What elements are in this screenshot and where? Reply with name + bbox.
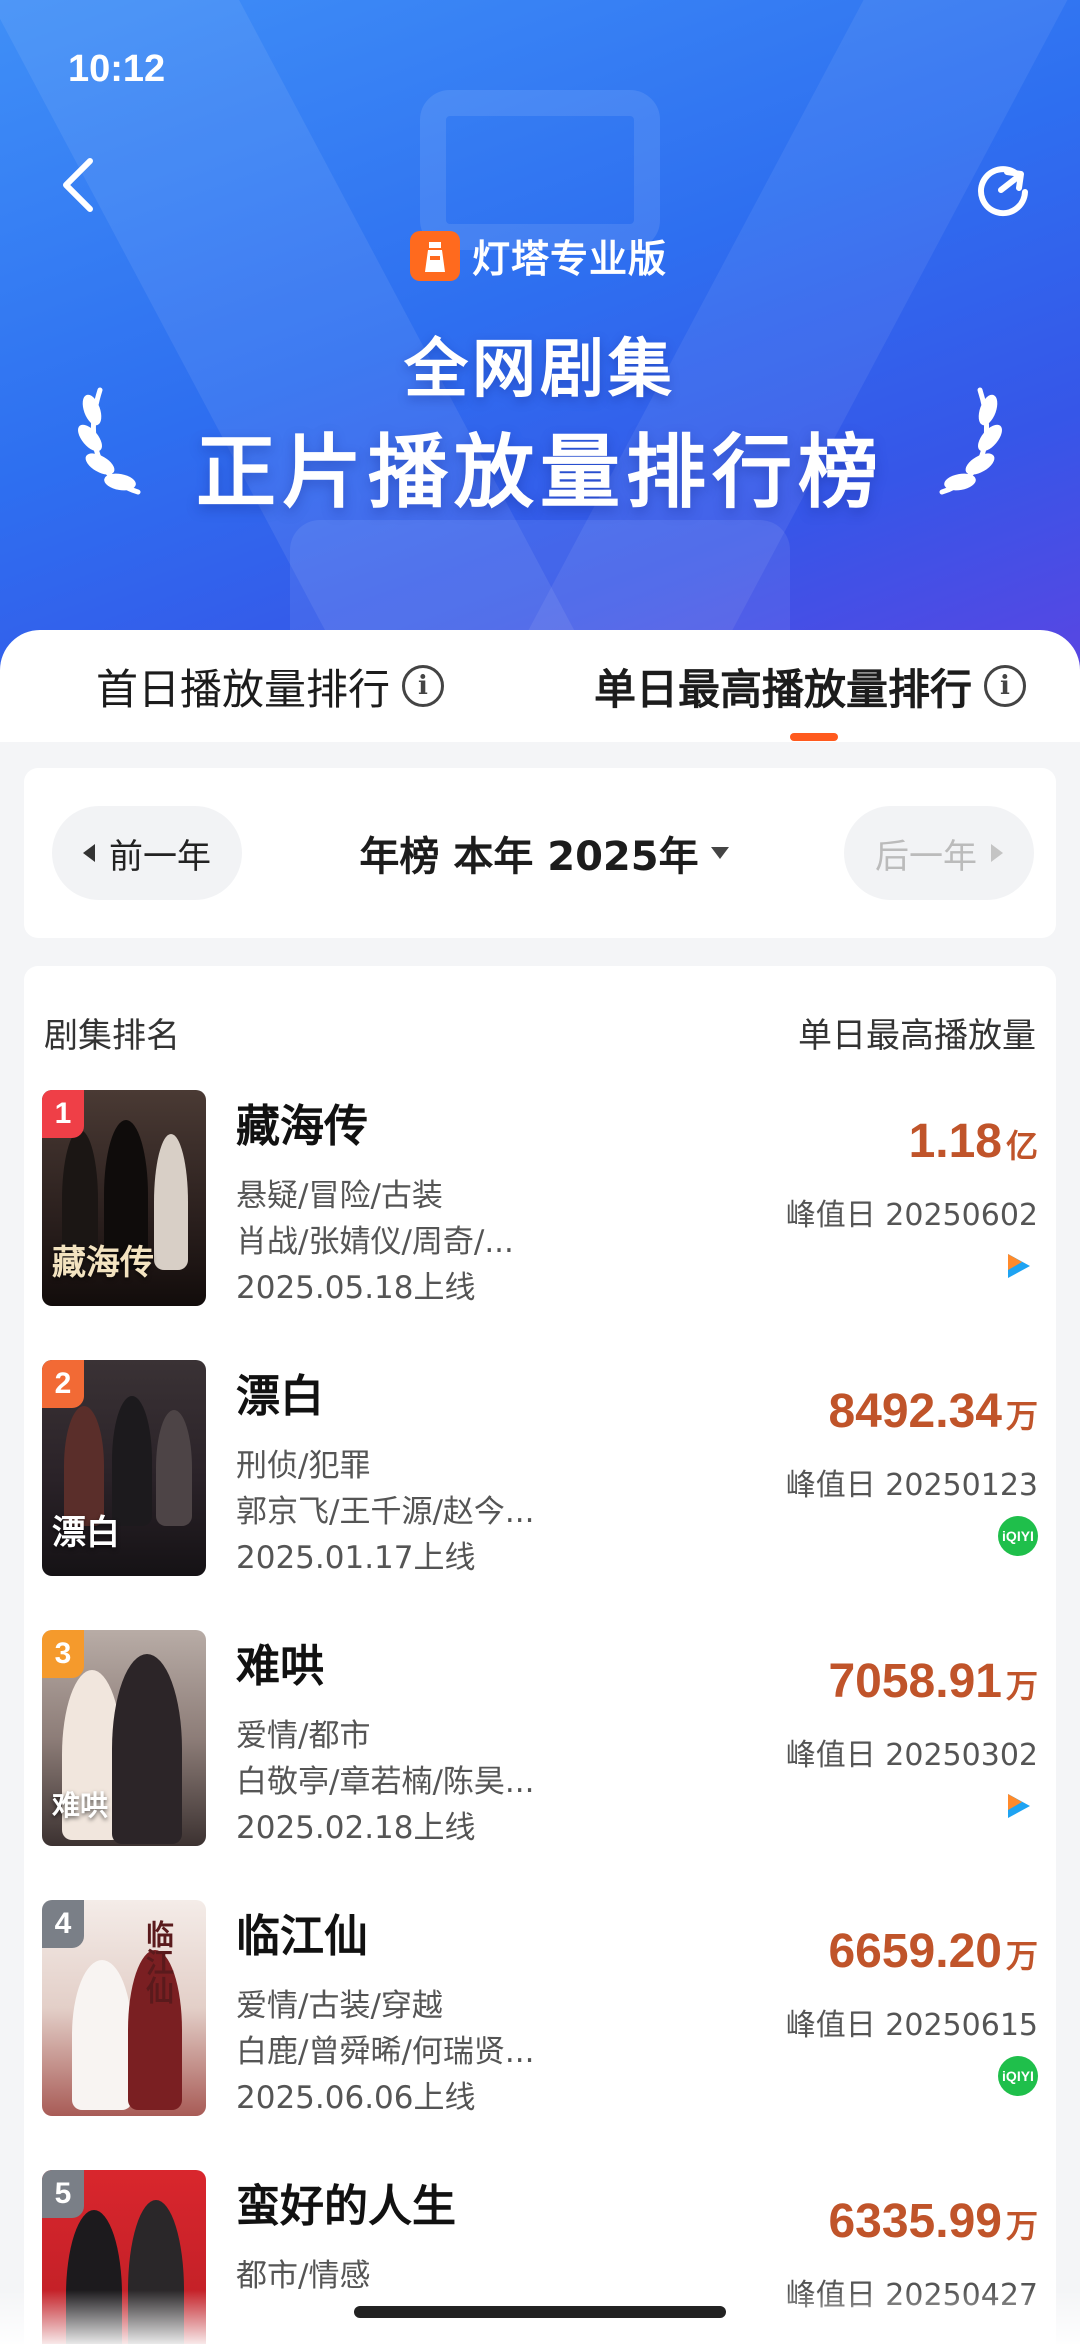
tab-label: 首日播放量排行: [95, 664, 390, 714]
drama-title: 难哄: [236, 1641, 324, 1692]
drama-title: 临江仙: [236, 1911, 368, 1962]
info-icon[interactable]: i: [984, 665, 1026, 707]
year-dropdown[interactable]: 年榜 本年 2025年: [344, 823, 744, 883]
home-indicator[interactable]: [354, 2306, 726, 2318]
drama-genres: 爱情/都市: [236, 1718, 371, 1754]
caret-down-icon: [710, 847, 729, 859]
play-count-unit: 万: [1005, 1667, 1038, 1705]
play-count-number: 7058.91: [828, 1655, 1002, 1708]
active-tab-indicator: [790, 733, 838, 741]
triangle-left-icon: [83, 844, 95, 862]
drama-genres: 爱情/古装/穿越: [236, 1988, 443, 2024]
column-header-value: 单日最高播放量: [798, 1016, 1036, 1056]
play-count-number: 6335.99: [828, 2195, 1002, 2248]
play-count: 1.18 亿: [909, 1114, 1038, 1169]
peak-date: 峰值日 20250302: [785, 1738, 1038, 1773]
rank-badge: 5: [42, 2170, 84, 2218]
poster-image: 临江仙 4: [42, 1900, 206, 2116]
peak-date: 峰值日 20250123: [785, 1468, 1038, 1503]
poster-title: 藏海传: [52, 1243, 154, 1283]
play-count-unit: 万: [1005, 1397, 1038, 1435]
list-header: 剧集排名 单日最高播放量: [44, 1008, 1036, 1057]
year-selector: 前一年 年榜 本年 2025年 后一年: [24, 768, 1056, 938]
rank-badge: 2: [42, 1360, 84, 1408]
list-item[interactable]: 藏海传 1 藏海传 悬疑/冒险/古装 肖战/张婧仪/周奇/... 2025.05…: [24, 1090, 1056, 1330]
rank-badge: 3: [42, 1630, 84, 1678]
poster-title: 临江仙: [142, 1920, 175, 2004]
poster-title: 漂白: [52, 1513, 120, 1553]
list-item[interactable]: 临江仙 4 临江仙 爱情/古装/穿越 白鹿/曾舜晞/何瑞贤... 2025.06…: [24, 1900, 1056, 2140]
drama-genres: 悬疑/冒险/古装: [236, 1178, 443, 1214]
info-icon[interactable]: i: [402, 665, 444, 707]
back-button[interactable]: [48, 150, 108, 220]
drama-title: 漂白: [236, 1371, 324, 1422]
drama-release: 2025.01.17上线: [236, 1540, 476, 1576]
play-count-number: 8492.34: [828, 1385, 1002, 1438]
poster-image: 藏海传 1: [42, 1090, 206, 1306]
rank-badge: 1: [42, 1090, 84, 1138]
drama-cast: 白敬亭/章若楠/陈昊...: [236, 1764, 535, 1800]
page-title-line2: 正片播放量排行榜: [196, 426, 884, 519]
poster-image: 漂白 2: [42, 1360, 206, 1576]
drama-release: 2025.05.18上线: [236, 1270, 476, 1306]
drama-release: 2025.02.18上线: [236, 1810, 476, 1846]
play-count: 6335.99 万: [828, 2194, 1038, 2249]
poster-title: 难哄: [52, 1789, 109, 1822]
drama-release: 2025.06.06上线: [236, 2080, 476, 2116]
lighthouse-logo-icon: [410, 230, 460, 281]
play-count-number: 6659.20: [828, 1925, 1002, 1978]
play-count-unit: 万: [1005, 1937, 1038, 1975]
list-item[interactable]: 难哄 3 难哄 爱情/都市 白敬亭/章若楠/陈昊... 2025.02.18上线…: [24, 1630, 1056, 1870]
youku-icon: [998, 1246, 1038, 1286]
prev-year-label: 前一年: [109, 836, 211, 877]
drama-title: 蛮好的人生: [236, 2181, 456, 2232]
drama-cast: 白鹿/曾舜晞/何瑞贤...: [236, 2034, 535, 2070]
tv-decoration-icon: [420, 90, 660, 250]
page-title-line1: 全网剧集: [404, 333, 676, 407]
play-count: 7058.91 万: [828, 1654, 1038, 1709]
play-count-unit: 亿: [1005, 1127, 1038, 1165]
share-button[interactable]: [970, 155, 1036, 221]
play-count-number: 1.18: [908, 1115, 1002, 1168]
chevron-left-icon: [63, 158, 93, 212]
play-count: 8492.34 万: [828, 1384, 1038, 1439]
play-count-unit: 万: [1005, 2207, 1038, 2245]
drama-genres: 刑侦/犯罪: [236, 1448, 371, 1484]
iqiyi-icon: iQIYI: [998, 1516, 1038, 1556]
tab-first-day[interactable]: 首日播放量排行 i: [0, 630, 540, 742]
share-icon: [978, 166, 1028, 217]
next-year-button[interactable]: 后一年: [844, 806, 1034, 900]
list-item[interactable]: 漂白 2 漂白 刑侦/犯罪 郭京飞/王千源/赵今... 2025.01.17上线…: [24, 1360, 1056, 1600]
next-year-label: 后一年: [875, 836, 977, 877]
peak-date: 峰值日 20250615: [785, 2008, 1038, 2043]
peak-date: 峰值日 20250602: [785, 1198, 1038, 1233]
iqiyi-icon: iQIYI: [998, 2056, 1038, 2096]
rank-badge: 4: [42, 1900, 84, 1948]
drama-cast: 肖战/张婧仪/周奇/...: [236, 1224, 514, 1260]
brand: 灯塔专业版: [410, 228, 667, 283]
drama-title: 藏海传: [236, 1101, 368, 1152]
column-header-rank: 剧集排名: [44, 1016, 180, 1056]
status-time: 10:12: [68, 48, 166, 90]
ranking-tabs: 首日播放量排行 i 单日最高播放量排行 i: [0, 630, 1080, 742]
ranking-list: 剧集排名 单日最高播放量 藏海传 1 藏海传 悬疑/冒险/古装 肖战/张婧仪/周…: [24, 966, 1056, 2344]
drama-genres: 都市/情感: [236, 2258, 371, 2294]
tab-label: 单日最高播放量排行: [593, 664, 972, 714]
year-dropdown-label: 年榜 本年 2025年: [359, 834, 699, 880]
play-count: 6659.20 万: [828, 1924, 1038, 1979]
youku-icon: [998, 1786, 1038, 1826]
brand-name: 灯塔专业版: [472, 237, 668, 281]
drama-cast: 郭京飞/王千源/赵今...: [236, 1494, 535, 1530]
triangle-right-icon: [991, 844, 1003, 862]
tab-single-day-peak[interactable]: 单日最高播放量排行 i: [540, 630, 1080, 742]
prev-year-button[interactable]: 前一年: [52, 806, 242, 900]
poster-image: 难哄 3: [42, 1630, 206, 1846]
